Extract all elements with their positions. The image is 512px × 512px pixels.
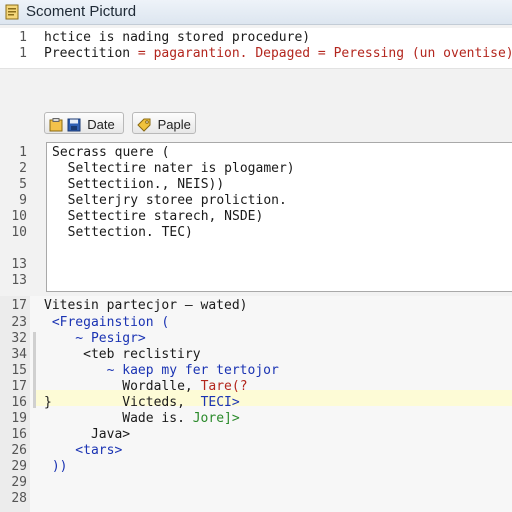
line-number: 28 bbox=[11, 491, 27, 506]
date-button[interactable]: Date bbox=[44, 112, 124, 134]
code-text: Wade is. Jore]> bbox=[44, 411, 240, 427]
editor-line: 16 Java> bbox=[0, 427, 512, 443]
code-text: Vitesin partecjor — wated) bbox=[44, 298, 248, 313]
line-number: 1 bbox=[19, 30, 27, 45]
date-button-label: Date bbox=[87, 116, 115, 132]
code-text: Java> bbox=[44, 427, 131, 442]
line-number: 26 bbox=[11, 443, 27, 458]
code-token: Wade is. bbox=[122, 411, 193, 426]
line-number: 19 bbox=[11, 411, 27, 426]
line-number: 1 bbox=[19, 145, 27, 160]
code-token: Peressing (un oventise) bbox=[333, 46, 512, 61]
editor-line: 29 )) bbox=[0, 459, 512, 475]
line-number: 2 bbox=[19, 161, 27, 176]
editor-line: 15 ~ kaep my fer tertojor bbox=[0, 363, 512, 379]
editor-line: 29 bbox=[0, 475, 512, 491]
app-icon bbox=[5, 4, 19, 20]
clipboard-icon bbox=[49, 117, 63, 132]
editor-line: 1 hctice is nading stored procedure) bbox=[0, 30, 512, 46]
editor-line: 17 Wordalle, Tare(? bbox=[0, 379, 512, 395]
code-text: <teb reclistiry bbox=[44, 347, 201, 362]
line-number: 10 bbox=[11, 209, 27, 224]
query-editor[interactable]: Secrass quere ( Seltectire nater is plog… bbox=[46, 142, 512, 292]
code-token: = pagarantion. Depaged = bbox=[137, 46, 334, 61]
tag-icon bbox=[137, 118, 151, 132]
editor-line: 19 Wade is. Jore]> bbox=[0, 411, 512, 427]
code-token: Preectition bbox=[44, 46, 138, 61]
line-number: 15 bbox=[11, 363, 27, 378]
editor-line: 16 } Victeds, TECI> bbox=[0, 395, 512, 411]
line-number: 10 bbox=[11, 225, 27, 240]
line-number: 9 bbox=[19, 193, 27, 208]
editor-line: 1 Preectition = pagarantion. Depaged = P… bbox=[0, 46, 512, 62]
code-text: ~ Pesigr> bbox=[44, 331, 146, 346]
code-token: Wordalle, bbox=[122, 379, 201, 394]
lower-editor[interactable]: 17 Vitesin partecjor — wated) 23 <Fregai… bbox=[0, 296, 512, 512]
code-text: Seltectire nater is plogamer) bbox=[52, 161, 295, 176]
editor-line: 34 <teb reclistiry bbox=[0, 347, 512, 363]
line-number: 13 bbox=[11, 257, 27, 272]
line-number: 29 bbox=[11, 475, 27, 490]
code-text: )) bbox=[44, 459, 68, 474]
code-text: hctice is nading stored procedure) bbox=[44, 30, 311, 45]
title-bar: Scoment Picturd bbox=[0, 0, 512, 25]
line-number: 29 bbox=[11, 459, 27, 474]
code-text: Settectiion., NEIS)) bbox=[52, 177, 225, 192]
line-number: 17 bbox=[11, 379, 27, 394]
line-number: 16 bbox=[11, 395, 27, 410]
code-text: Preectition = pagarantion. Depaged = Per… bbox=[44, 46, 512, 62]
line-number: 16 bbox=[11, 427, 27, 442]
editor-line: 28 bbox=[0, 491, 512, 507]
code-text: Wordalle, Tare(? bbox=[44, 379, 248, 395]
top-editor[interactable]: 1 hctice is nading stored procedure) 1 P… bbox=[0, 28, 512, 69]
line-number: 17 bbox=[11, 298, 27, 313]
line-number: 13 bbox=[11, 273, 27, 288]
code-token: Jore]> bbox=[192, 411, 240, 426]
blank-area bbox=[0, 69, 512, 107]
line-number: 23 bbox=[11, 315, 27, 330]
line-number: 1 bbox=[19, 46, 27, 61]
editor-line: 17 Vitesin partecjor — wated) bbox=[0, 298, 512, 314]
save-icon bbox=[67, 118, 81, 132]
line-number: 34 bbox=[11, 347, 27, 362]
paple-button-label: Paple bbox=[157, 116, 191, 132]
query-gutter: 1 2 5 9 10 10 13 13 bbox=[0, 140, 46, 300]
editor-line: 26 <tars> bbox=[0, 443, 512, 459]
code-token: Tare(? bbox=[200, 379, 248, 394]
code-text: ~ kaep my fer tertojor bbox=[44, 363, 279, 378]
code-text: Selterjry storee proliction. bbox=[52, 193, 287, 208]
window-title: Scoment Picturd bbox=[26, 3, 137, 20]
line-number: 5 bbox=[19, 177, 27, 192]
code-text: Settection. TEC) bbox=[52, 225, 193, 240]
line-number: 32 bbox=[11, 331, 27, 346]
editor-line: 32 ~ Pesigr> bbox=[0, 331, 512, 347]
code-text: <Fregainstion ( bbox=[44, 315, 170, 330]
code-text: <tars> bbox=[44, 443, 123, 458]
code-text: Victeds, TECI> bbox=[44, 395, 240, 411]
code-text: Settectire starech, NSDE) bbox=[52, 209, 264, 224]
code-token: TECI> bbox=[200, 395, 240, 410]
paple-button[interactable]: Paple bbox=[132, 112, 196, 134]
code-text: Secrass quere ( bbox=[52, 145, 170, 160]
editor-line: 23 <Fregainstion ( bbox=[0, 315, 512, 331]
code-token: Victeds, bbox=[122, 395, 201, 410]
